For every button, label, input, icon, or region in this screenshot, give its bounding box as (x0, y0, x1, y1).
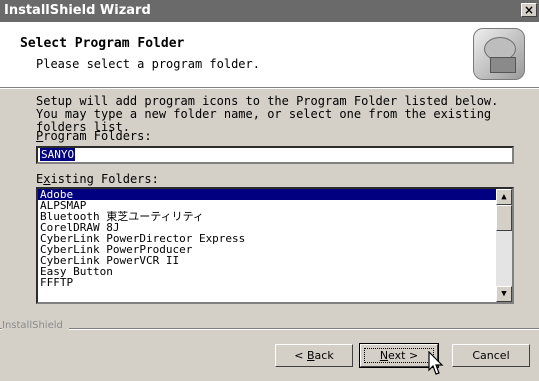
scroll-up-button[interactable]: ▲ (496, 189, 512, 205)
program-folder-value: SANYO (40, 148, 76, 161)
list-item[interactable]: CyberLink PowerDirector Express (38, 233, 496, 244)
list-item[interactable]: Adobe (38, 189, 496, 200)
next-button[interactable]: Next > (359, 343, 439, 368)
title-bar[interactable]: InstallShield Wizard × (0, 0, 539, 22)
back-button-hotkey: B (307, 349, 315, 362)
scroll-thumb[interactable] (496, 205, 512, 231)
back-button[interactable]: < Back (275, 344, 353, 367)
existing-folders-label: Existing Folders: (36, 172, 159, 186)
arrow-down-icon: ▼ (501, 289, 507, 299)
program-folders-label: Program Folders: (36, 129, 152, 143)
list-item[interactable]: CyberLink PowerVCR II (38, 255, 496, 266)
installshield-wizard-window: InstallShield Wizard × Select Program Fo… (0, 0, 539, 381)
list-item[interactable]: Bluetooth 東芝ユーティリティ (38, 211, 496, 222)
wizard-header: Select Program Folder Please select a pr… (0, 22, 539, 88)
focus-rectangle (364, 348, 434, 363)
program-folder-input[interactable]: SANYO (36, 146, 514, 164)
scroll-down-button[interactable]: ▼ (496, 286, 512, 302)
page-subtitle: Please select a program folder. (36, 57, 260, 71)
page-title: Select Program Folder (20, 36, 185, 51)
close-button[interactable]: × (521, 3, 537, 17)
header-divider (0, 88, 539, 89)
back-button-rest: ack (314, 349, 334, 362)
cancel-button[interactable]: Cancel (452, 344, 530, 367)
installer-disk-icon (473, 28, 525, 80)
close-icon: × (523, 3, 535, 17)
list-item[interactable]: ALPSMAP (38, 200, 496, 211)
existing-folders-label-rest: isting Folders: (50, 172, 159, 186)
existing-folders-listbox[interactable]: Adobe ALPSMAP Bluetooth 東芝ユーティリティ CorelD… (36, 187, 514, 304)
mouse-pointer-icon (428, 351, 444, 375)
installshield-brand-label: InstallShield (2, 320, 69, 331)
window-title: InstallShield Wizard (4, 3, 151, 18)
back-button-prefix: < (294, 349, 307, 362)
folder-list: Adobe ALPSMAP Bluetooth 東芝ユーティリティ CorelD… (38, 189, 496, 288)
list-item[interactable]: Easy Button (38, 266, 496, 277)
list-item[interactable]: FFFTP (38, 277, 496, 288)
footer-divider (0, 328, 539, 330)
program-folders-label-rest: rogram Folders: (43, 129, 152, 143)
arrow-up-icon: ▲ (501, 192, 507, 202)
vertical-scrollbar[interactable]: ▲ ▼ (496, 189, 512, 302)
list-item[interactable]: CorelDRAW 8J (38, 222, 496, 233)
box-shape (490, 57, 516, 73)
list-item[interactable]: CyberLink PowerProducer (38, 244, 496, 255)
